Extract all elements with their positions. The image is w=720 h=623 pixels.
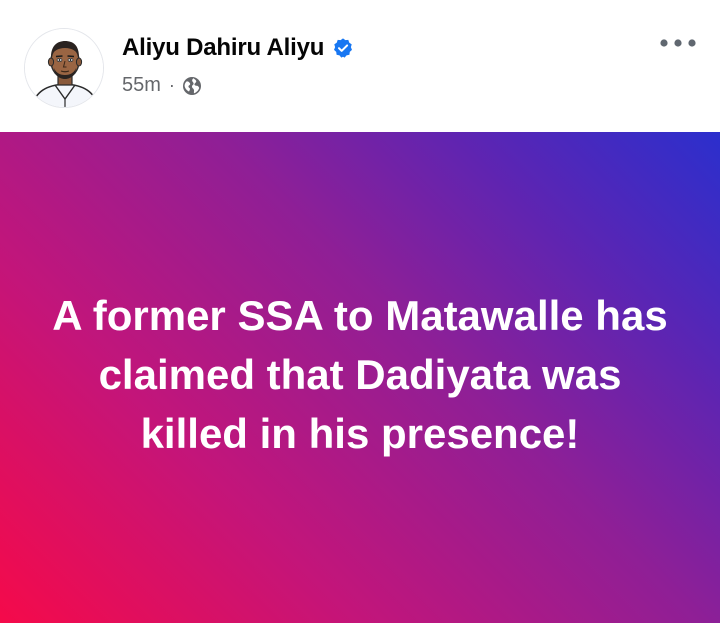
post-header: Aliyu Dahiru Aliyu 55m ·: [0, 0, 720, 132]
post-timestamp[interactable]: 55m: [122, 74, 161, 97]
globe-icon[interactable]: [182, 76, 202, 96]
meta-separator: ·: [168, 75, 175, 95]
author-avatar[interactable]: [24, 28, 104, 108]
author-row: Aliyu Dahiru Aliyu: [122, 34, 354, 62]
post-background-banner[interactable]: A former SSA to Matawalle has claimed th…: [0, 132, 720, 623]
verified-badge-icon: [332, 37, 354, 59]
author-name[interactable]: Aliyu Dahiru Aliyu: [122, 34, 324, 62]
profile-avatar-illustration: [25, 29, 103, 107]
post-meta: 55m ·: [122, 74, 202, 97]
facebook-post: Aliyu Dahiru Aliyu 55m · A former SSA to…: [0, 0, 720, 623]
more-options-icon: [660, 39, 696, 47]
more-options-button[interactable]: [656, 30, 700, 56]
post-text: A former SSA to Matawalle has claimed th…: [52, 292, 668, 457]
